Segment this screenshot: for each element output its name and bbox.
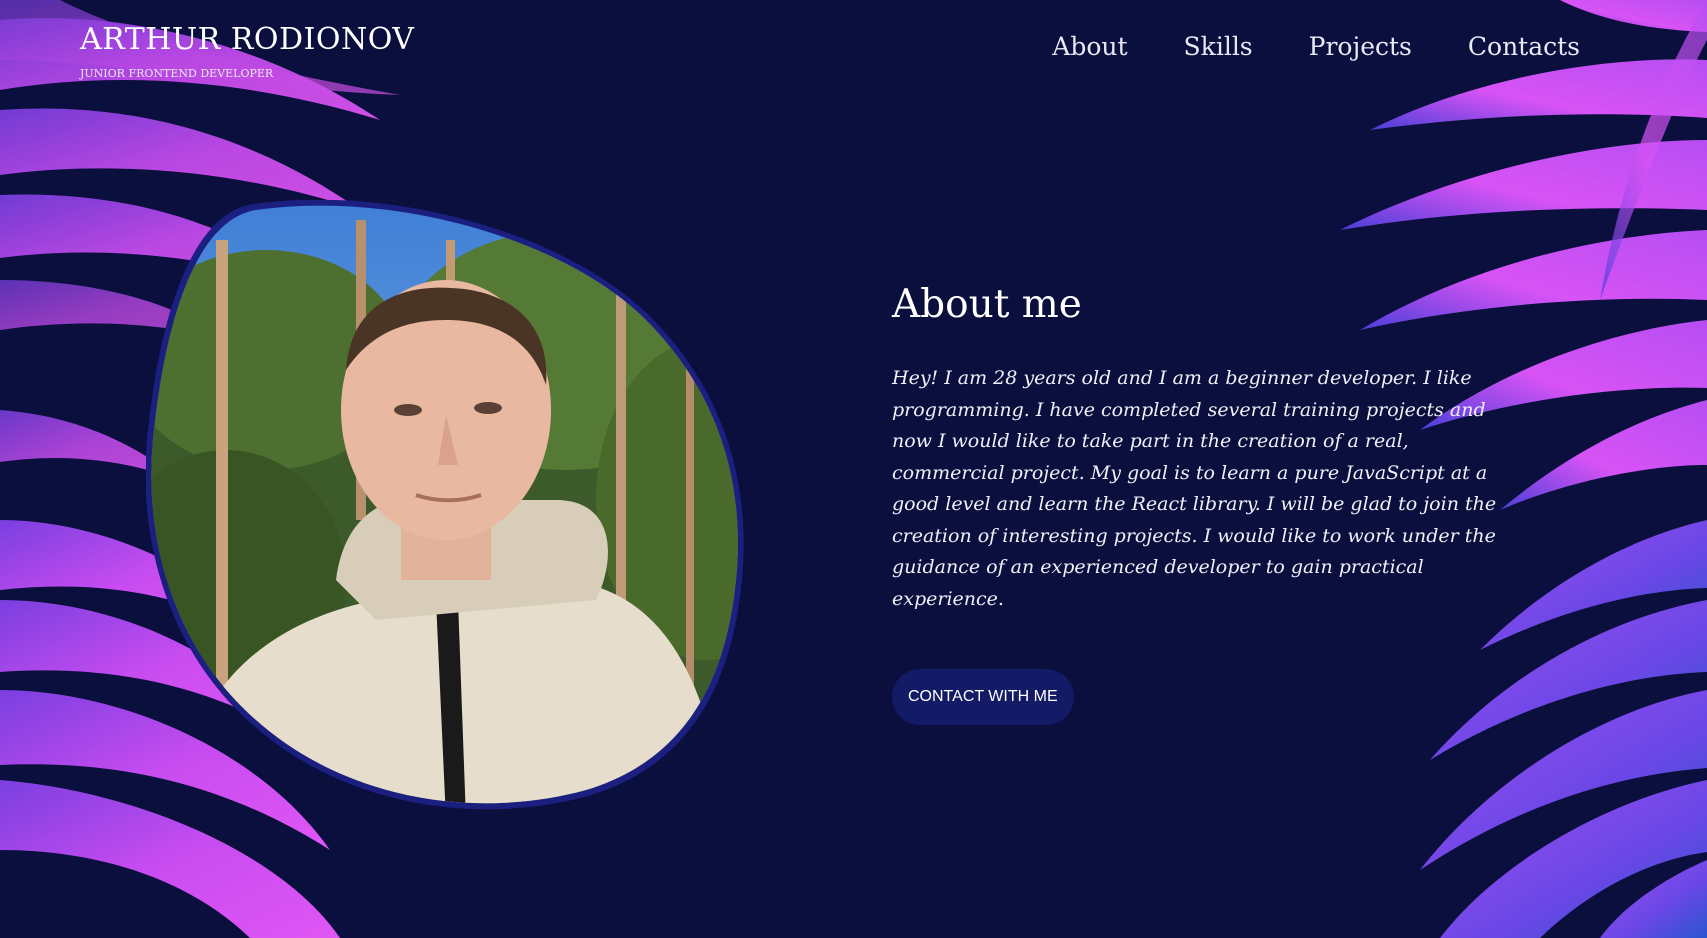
about-title: About me <box>892 282 1082 327</box>
portfolio-page: ARTHUR RODIONOV JUNIOR FRONTEND DEVELOPE… <box>0 0 1707 938</box>
brand: ARTHUR RODIONOV JUNIOR FRONTEND DEVELOPE… <box>80 22 414 80</box>
contact-with-me-button[interactable]: CONTACT WITH ME <box>892 669 1074 725</box>
main-nav: About Skills Projects Contacts <box>1052 32 1580 61</box>
profile-photo <box>145 199 768 820</box>
about-section: About me Hey! I am 28 years old and I am… <box>892 282 1512 725</box>
brand-name[interactable]: ARTHUR RODIONOV <box>80 22 414 57</box>
about-text: Hey! I am 28 years old and I am a beginn… <box>892 367 1497 610</box>
nav-projects-link[interactable]: Projects <box>1309 32 1412 61</box>
profile-photo-image <box>145 199 744 810</box>
nav-skills-link[interactable]: Skills <box>1184 32 1253 61</box>
brand-subtitle: JUNIOR FRONTEND DEVELOPER <box>80 67 274 80</box>
nav-contacts-link[interactable]: Contacts <box>1468 32 1580 61</box>
nav-about-link[interactable]: About <box>1052 32 1127 61</box>
